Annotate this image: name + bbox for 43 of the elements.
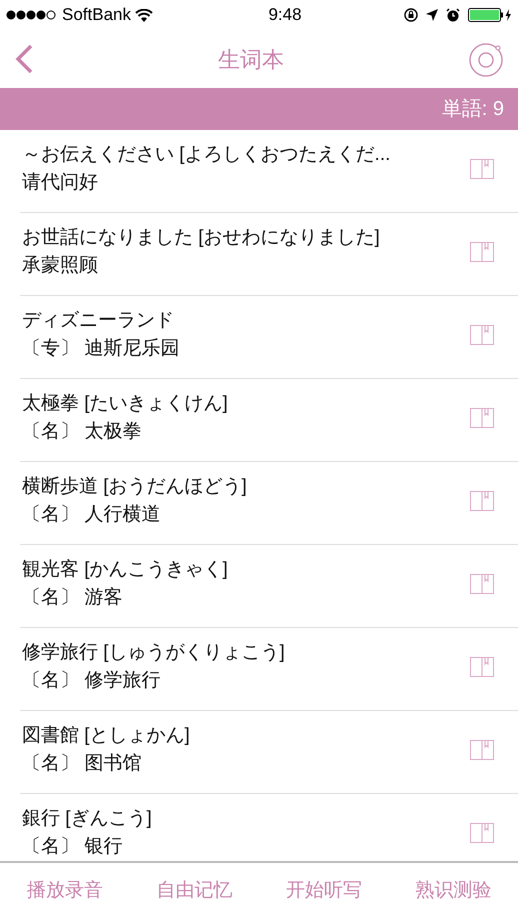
word-meaning: 〔名〕 图书馆 <box>22 752 142 776</box>
book-icon[interactable] <box>470 822 494 842</box>
book-icon[interactable] <box>470 242 494 262</box>
word-meaning: 〔名〕 太极拳 <box>22 420 142 444</box>
word-count: 単語: 9 <box>442 97 504 122</box>
disc-icon[interactable] <box>468 41 504 77</box>
word-meaning: 〔名〕 银行 <box>22 834 124 858</box>
alarm-icon <box>446 8 460 22</box>
toolbar-button[interactable]: 自由记忆 <box>156 873 232 910</box>
word-text: ～お伝えください [よろしくおつたえくだ... <box>22 142 392 166</box>
word-meaning: 请代问好 <box>22 170 99 194</box>
screen-title: 生词本 <box>218 46 284 74</box>
word-meaning: 〔名〕 人行横道 <box>22 502 162 526</box>
word-text: 図書館 [としょかん] <box>22 724 191 748</box>
toolbar-button[interactable]: 播放录音 <box>26 873 103 910</box>
word-text: ディズニーランド <box>22 308 175 332</box>
rotation-lock-icon <box>404 8 418 22</box>
book-icon[interactable] <box>470 740 494 760</box>
status-time: 9:48 <box>267 4 303 26</box>
book-icon[interactable] <box>470 574 494 594</box>
book-icon[interactable] <box>470 490 494 510</box>
battery-charging-icon <box>468 8 512 22</box>
back-icon[interactable] <box>14 44 34 74</box>
word-meaning: 〔名〕 修学旅行 <box>22 668 162 692</box>
word-meaning: 承蒙照顾 <box>22 254 99 278</box>
signal-icon <box>6 10 58 20</box>
word-text: 観光客 [かんこうきゃく] <box>22 558 229 582</box>
word-text: お世話になりました [おせわになりました] <box>22 226 381 250</box>
book-icon[interactable] <box>470 656 494 676</box>
book-icon[interactable] <box>470 158 494 178</box>
book-icon[interactable] <box>470 408 494 428</box>
word-text: 修学旅行 [しゅうがくりょこう] <box>22 640 286 664</box>
location-arrow-icon <box>426 9 438 21</box>
word-text: 横断歩道 [おうだんほどう] <box>22 474 248 498</box>
word-meaning: 〔名〕 游客 <box>22 586 124 610</box>
word-text: 太極拳 [たいきょくけん] <box>22 392 229 416</box>
wifi-icon <box>135 8 153 22</box>
word-text: 銀行 [ぎんこう] <box>22 806 153 830</box>
carrier-name: SoftBank <box>62 4 131 26</box>
toolbar-button[interactable]: 熟识测验 <box>415 873 492 910</box>
toolbar-button[interactable]: 开始听写 <box>286 873 362 910</box>
word-meaning: 〔专〕 迪斯尼乐园 <box>22 336 180 360</box>
book-icon[interactable] <box>470 324 494 344</box>
